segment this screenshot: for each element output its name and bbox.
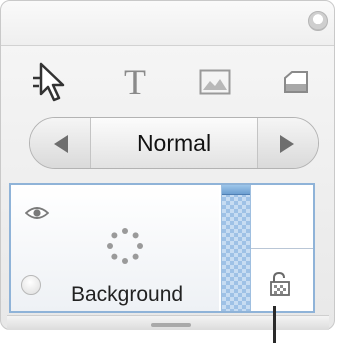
layers-panel: T Normal Background	[0, 0, 335, 330]
blend-mode-label: Normal	[136, 129, 212, 156]
layer-name: Background	[71, 283, 184, 306]
callout-line	[273, 306, 276, 343]
arrow-right-icon	[280, 135, 294, 153]
tool-bar: T	[1, 58, 334, 106]
layers-list: Background	[9, 183, 315, 313]
image-icon	[199, 69, 231, 95]
strip-handle[interactable]	[222, 185, 250, 195]
blend-mode-selector[interactable]: Normal	[29, 117, 319, 169]
close-button[interactable]	[308, 11, 328, 31]
shape-icon	[284, 71, 308, 93]
image-tool-button[interactable]	[191, 58, 239, 106]
resize-grip[interactable]	[151, 323, 191, 327]
text-icon: T	[124, 62, 146, 102]
panel-header	[1, 1, 334, 46]
shape-tool-button[interactable]	[272, 58, 320, 106]
loading-spinner-icon	[107, 228, 143, 264]
divider	[251, 248, 313, 249]
pointer-tool-button[interactable]	[27, 58, 75, 106]
previous-mode-button[interactable]	[30, 118, 91, 168]
next-mode-button[interactable]	[257, 118, 318, 168]
layer-opacity-strip[interactable]	[221, 185, 251, 311]
pointer-icon	[33, 62, 65, 102]
text-tool-button[interactable]: T	[111, 58, 159, 106]
eye-icon[interactable]	[25, 205, 49, 221]
arrow-left-icon	[54, 135, 68, 153]
layer-row[interactable]: Background	[11, 185, 219, 311]
unlocked-padlock-icon[interactable]	[268, 271, 292, 297]
radio-icon[interactable]	[21, 275, 41, 295]
